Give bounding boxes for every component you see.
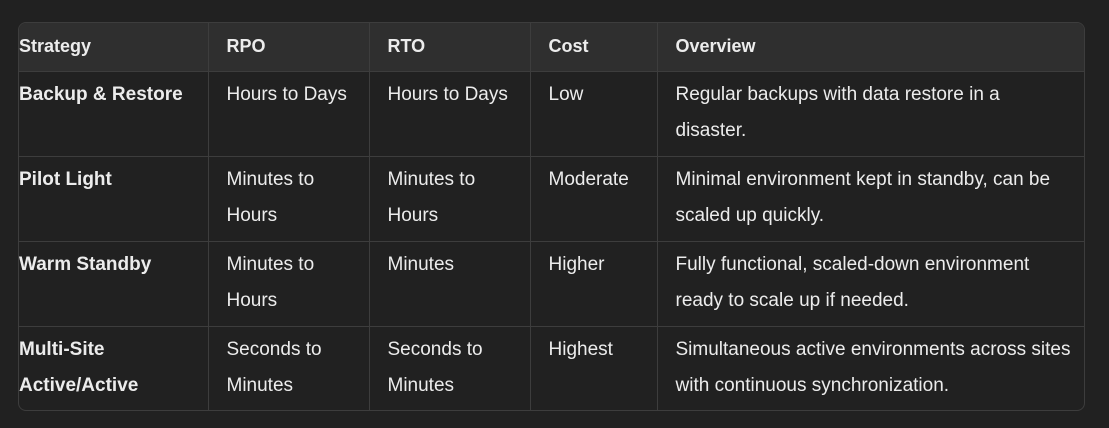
cost-text: Low — [548, 83, 584, 105]
overview-text: Regular backups with data restore in a d… — [675, 83, 1000, 141]
overview-cell: Regular backups with data restore in a d… — [657, 71, 1084, 157]
overview-text: Minimal environment kept in standby, can… — [675, 168, 1051, 226]
strategy-table: Strategy RPO RTO Cost Overview Backup & … — [18, 22, 1085, 411]
strategy-text: Pilot Light — [19, 168, 112, 190]
overview-cell: Minimal environment kept in standby, can… — [657, 156, 1084, 242]
overview-text: Fully functional, scaled-down environmen… — [675, 253, 1030, 311]
rto-cell: Minutes to Hours — [369, 156, 531, 242]
table-header: Strategy RPO RTO Cost Overview — [19, 23, 1084, 72]
cost-cell: Highest — [530, 326, 658, 410]
strategy-text: Multi-Site Active/Active — [19, 338, 139, 396]
cost-text: Highest — [548, 338, 613, 360]
rto-text: Hours to Days — [387, 83, 508, 105]
column-header-rpo: RPO — [208, 23, 370, 72]
cost-cell: Higher — [530, 241, 658, 327]
cost-text: Higher — [548, 253, 605, 275]
rto-cell: Minutes — [369, 241, 531, 327]
rpo-text: Minutes to Hours — [226, 168, 315, 226]
strategy-cell: Warm Standby — [19, 241, 209, 327]
rpo-cell: Seconds to Minutes — [208, 326, 370, 410]
rpo-text: Hours to Days — [226, 83, 347, 105]
cost-text: Moderate — [548, 168, 629, 190]
column-header-strategy: Strategy — [19, 23, 209, 72]
strategy-text: Warm Standby — [19, 253, 152, 275]
rpo-cell: Minutes to Hours — [208, 241, 370, 327]
rpo-cell: Hours to Days — [208, 71, 370, 157]
overview-cell: Simultaneous active environments across … — [657, 326, 1084, 410]
rto-cell: Seconds to Minutes — [369, 326, 531, 410]
table-row: Warm Standby Minutes to Hours Minutes Hi… — [19, 241, 1084, 327]
dr-strategy-table: Strategy RPO RTO Cost Overview Backup & … — [19, 23, 1084, 410]
rpo-text: Seconds to Minutes — [226, 338, 322, 396]
overview-cell: Fully functional, scaled-down environmen… — [657, 241, 1084, 327]
strategy-cell: Multi-Site Active/Active — [19, 326, 209, 410]
table-row: Backup & Restore Hours to Days Hours to … — [19, 71, 1084, 157]
rto-text: Minutes to Hours — [387, 168, 476, 226]
rto-text: Minutes — [387, 253, 455, 275]
overview-text: Simultaneous active environments across … — [675, 338, 1071, 396]
strategy-text: Backup & Restore — [19, 83, 183, 105]
strategy-cell: Pilot Light — [19, 156, 209, 242]
strategy-cell: Backup & Restore — [19, 71, 209, 157]
table-row: Multi-Site Active/Active Seconds to Minu… — [19, 326, 1084, 410]
column-header-rto: RTO — [369, 23, 531, 72]
cost-cell: Moderate — [530, 156, 658, 242]
rpo-text: Minutes to Hours — [226, 253, 315, 311]
rto-cell: Hours to Days — [369, 71, 531, 157]
table-body: Backup & Restore Hours to Days Hours to … — [19, 71, 1084, 410]
table-header-row: Strategy RPO RTO Cost Overview — [19, 23, 1084, 72]
rpo-cell: Minutes to Hours — [208, 156, 370, 242]
table-row: Pilot Light Minutes to Hours Minutes to … — [19, 156, 1084, 242]
column-header-overview: Overview — [657, 23, 1084, 72]
cost-cell: Low — [530, 71, 658, 157]
rto-text: Seconds to Minutes — [387, 338, 483, 396]
column-header-cost: Cost — [530, 23, 658, 72]
